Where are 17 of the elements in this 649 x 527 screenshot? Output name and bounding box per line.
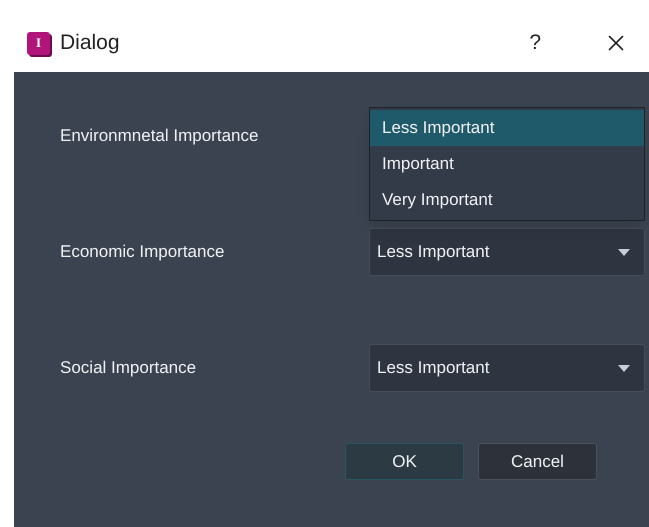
app-icon: I — [27, 32, 50, 54]
caret-icon — [618, 248, 630, 256]
help-button[interactable]: ? — [529, 27, 541, 59]
dropdown-option[interactable]: Very Important — [370, 182, 644, 218]
dropdown-value: Less Important — [377, 357, 490, 380]
field-label: Economic Importance — [60, 241, 224, 264]
dropdown[interactable]: Less Important — [369, 228, 645, 276]
field-label: Environmnetal Importance — [60, 125, 258, 148]
window-title: Dialog — [60, 30, 120, 56]
dropdown-value: Less Important — [377, 241, 490, 264]
caret-icon — [618, 364, 630, 372]
dialog-button[interactable]: Cancel — [478, 443, 597, 480]
dropdown[interactable]: Less Important — [369, 344, 645, 392]
dialog-button[interactable]: OK — [345, 443, 464, 480]
dropdown-option[interactable]: Less Important — [370, 110, 644, 146]
field-label: Social Importance — [60, 357, 196, 380]
dropdown-option[interactable]: Important — [370, 146, 644, 182]
